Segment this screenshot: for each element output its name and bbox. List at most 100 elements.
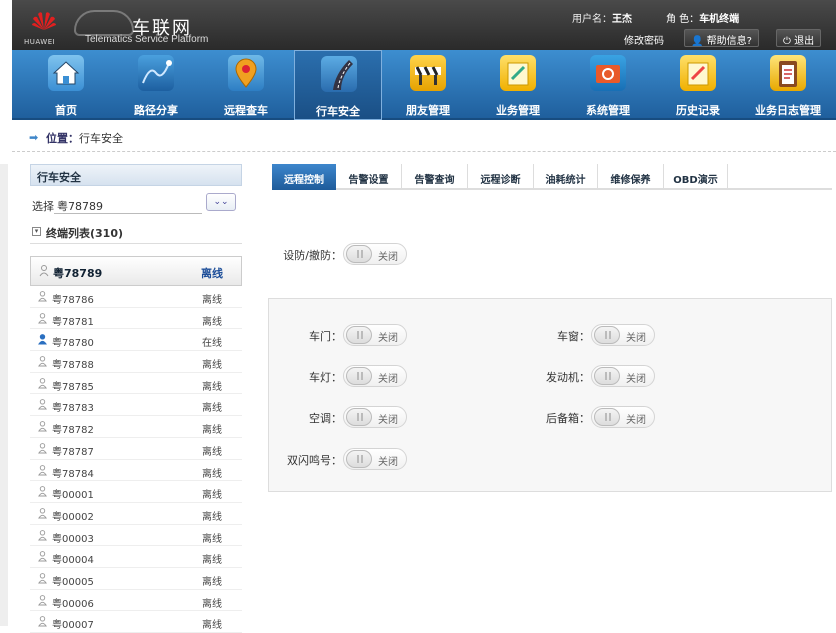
role-info: 角 色：车机终端 [666,10,739,25]
log-clipboard-icon [770,55,806,91]
terminal-id: 粤78782 [52,425,94,437]
terminal-row[interactable]: 粤00002 离线 [30,503,242,525]
terminal-row[interactable]: 粤00007 离线 [30,611,242,633]
tab-maintenance[interactable]: 维修保养 [598,164,664,190]
person-icon [38,529,47,541]
flash-horn-toggle[interactable]: 关闭 [343,448,407,470]
history-icon [680,55,716,91]
terminal-id: 粤78784 [52,468,94,480]
nav-label: 业务日志管理 [755,104,821,117]
breadcrumb-prefix: 位置： [46,132,79,145]
person-icon [38,464,47,475]
terminal-select-input[interactable]: 粤78789 [54,194,202,214]
terminal-row[interactable]: 粤78785 离线 [30,373,242,395]
nav-item-route-share[interactable]: 路径分享 [112,50,200,120]
tab-remote-diagnosis[interactable]: 远程诊断 [468,164,534,190]
nav-item-history[interactable]: 历史记录 [654,50,742,120]
sidebar-title: 行车安全 [30,164,242,186]
nav-label: 业务管理 [496,104,540,117]
terminal-id: 粤00007 [52,620,94,632]
terminal-row[interactable]: 粤00004 离线 [30,546,242,568]
terminal-row[interactable]: 粤78782 离线 [30,416,242,438]
terminal-row[interactable]: 粤78783 离线 [30,394,242,417]
selected-terminal-status: 离线 [201,267,223,280]
person-icon [38,377,47,389]
page-scrollbar[interactable] [0,164,8,626]
terminal-status: 离线 [202,620,222,632]
person-icon [38,399,47,410]
nav-label: 首页 [55,104,77,117]
person-icon [38,334,47,345]
terminal-row[interactable]: 粤78788 离线 [30,351,242,373]
terminal-row[interactable]: 粤00005 离线 [30,568,242,590]
person-icon [38,312,47,324]
nav-label: 远程查车 [224,104,268,117]
terminal-row[interactable]: 粤00003 离线 [30,525,242,547]
car-outline-icon [74,10,134,36]
tab-fuel-statistics[interactable]: 油耗统计 [534,164,598,190]
terminal-status: 离线 [202,576,222,588]
nav-label: 行车安全 [316,105,360,118]
tab-alarm-query[interactable]: 告警查询 [402,164,468,190]
door-label: 车门： [309,330,342,343]
toggle-state: 关闭 [378,333,398,344]
terminal-row[interactable]: 粤00006 离线 [30,590,242,612]
terminal-row[interactable]: 粤00001 离线 [30,481,242,503]
window-label: 车窗： [557,330,590,343]
terminal-row[interactable]: 粤78784 离线 [30,460,242,482]
role-name: 车机终端 [699,14,740,25]
terminal-id: 粤78783 [52,403,94,415]
business-icon [500,55,536,91]
nav-item-remote-locate[interactable]: 远程查车 [202,50,290,120]
location-pin-icon [228,55,264,91]
nav-item-business[interactable]: 业务管理 [474,50,562,120]
light-toggle[interactable]: 关闭 [343,365,407,387]
nav-item-friends[interactable]: 朋友管理 [384,50,472,120]
tab-alarm-settings[interactable]: 告警设置 [336,164,402,190]
engine-label: 发动机： [546,371,590,384]
terminal-row[interactable]: 粤78787 离线 [30,438,242,460]
nav-item-home[interactable]: 首页 [22,50,110,120]
main-nav: 首页 路径分享 远程查车 行车安全 朋友管理 业务管理 系统管理 历史记录 业务… [12,50,836,120]
logout-label: 退出 [794,36,815,47]
toggle-knob [346,450,372,468]
system-gear-icon [590,55,626,91]
ac-toggle[interactable]: 关闭 [343,406,407,428]
trunk-toggle[interactable]: 关闭 [591,406,655,428]
nav-label: 系统管理 [586,104,630,117]
tab-obd-demo[interactable]: OBD演示 [664,164,728,190]
change-password-link[interactable]: 修改密码 [624,32,664,47]
terminal-row[interactable]: 粤78786 离线 [30,286,242,308]
terminal-status: 离线 [202,598,222,610]
huawei-logo: HUAWEI [24,8,64,46]
route-map-icon [138,55,174,91]
sidebar: 行车安全 选择 粤78789 ⌄⌄ ▾ 终端列表(310) 粤78789 离线 … [30,164,242,633]
person-icon [38,486,47,497]
nav-label: 路径分享 [134,104,178,117]
window-toggle[interactable]: 关闭 [591,324,655,346]
selected-terminal-row[interactable]: 粤78789 离线 [30,256,242,286]
home-icon [48,55,84,91]
chevron-down-icon[interactable]: ⌄⌄ [206,193,236,211]
nav-label: 历史记录 [676,104,720,117]
nav-item-log-management[interactable]: 业务日志管理 [744,50,832,120]
toggle-knob [346,245,372,263]
collapse-toggle-icon[interactable]: ▾ [32,227,41,236]
terminal-row[interactable]: 粤78780 在线 [30,329,242,352]
terminal-status: 离线 [202,468,222,480]
terminal-id: 粤78788 [52,360,94,372]
terminal-status: 离线 [202,403,222,415]
nav-item-system[interactable]: 系统管理 [564,50,652,120]
door-toggle[interactable]: 关闭 [343,324,407,346]
engine-toggle[interactable]: 关闭 [591,365,655,387]
terminal-tree-header[interactable]: ▾ 终端列表(310) [30,222,242,244]
select-label: 选择 [32,200,54,213]
arrow-right-icon: ➡ [29,131,39,144]
help-button[interactable]: 👤 帮助信息? [684,29,759,47]
tab-remote-control[interactable]: 远程控制 [272,164,336,190]
logout-button[interactable]: ⏻ 退出 [776,29,822,47]
terminal-id: 粤78786 [52,295,94,306]
nav-item-driving-safety[interactable]: 行车安全 [294,50,382,120]
terminal-row[interactable]: 粤78781 离线 [30,308,242,330]
arm-disarm-toggle[interactable]: 关闭 [343,243,407,265]
